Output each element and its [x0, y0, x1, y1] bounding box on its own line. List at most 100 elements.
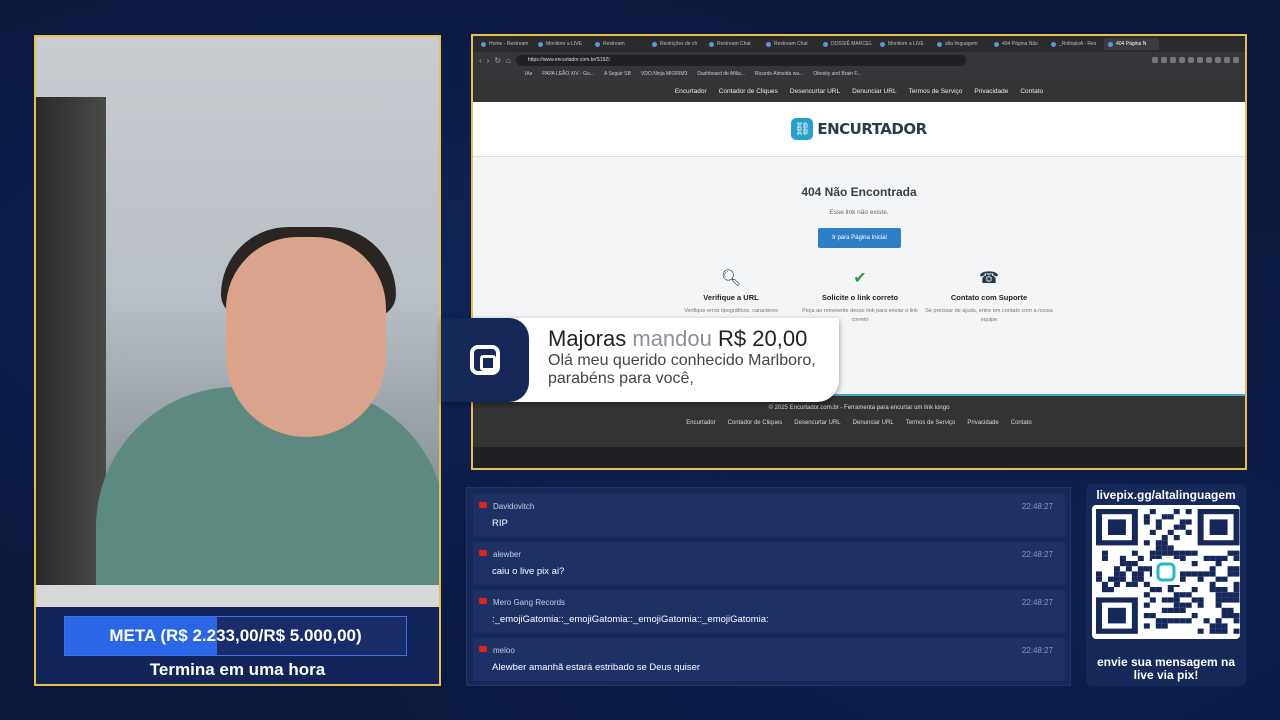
footer-links: Encurtador Contador de Cliques Desencurtar…: [473, 420, 1245, 426]
chat-message: meloo 22:48:27 Alewber amanhã estará estri…: [473, 638, 1065, 681]
goal-progress-bar: META (R$ 2.233,00/R$ 5.000,00): [64, 616, 407, 656]
extension-icon[interactable]: [1161, 57, 1167, 63]
chat-username: meloo: [493, 646, 515, 655]
chat-message: Davidovitch 22:48:27 RIP: [473, 494, 1065, 537]
tab-label: Restream: [603, 41, 625, 47]
chat-panel: Davidovitch 22:48:27 RIP alewber 22:48:27 cai…: [466, 487, 1071, 686]
card-title: Solicite o link correto: [821, 293, 899, 302]
chat-message: Mero Gang Records 22:48:27 :_emojiGatomia:…: [473, 590, 1065, 633]
browser-tab[interactable]: Restream: [591, 38, 646, 50]
nav-link[interactable]: Termos de Serviço: [906, 420, 956, 426]
browser-tab[interactable]: Restream Chat: [762, 38, 817, 50]
chat-username: alewber: [493, 550, 522, 559]
browser-tab[interactable]: _RoltopisA - Res: [1047, 38, 1102, 50]
error-message: Esse link não existe.: [829, 209, 889, 216]
extension-icon[interactable]: [1179, 57, 1185, 63]
streamer-head: [226, 237, 386, 437]
donation-alert: Majoras mandou R$ 20,00 Olá meu querido …: [441, 318, 839, 402]
chat-text: Alewber amanhã estará estribado se Deus …: [492, 662, 701, 673]
bookmark-item[interactable]: Dashboard de Afilia...: [697, 71, 745, 77]
url-bar[interactable]: https://www.encurtador.com.br/S19Zl: [515, 54, 966, 66]
home-page-button[interactable]: Ir para Página Inicial: [818, 228, 901, 248]
nav-link[interactable]: Contador de Cliques: [719, 88, 778, 95]
nav-link[interactable]: Denunciar URL: [853, 420, 894, 426]
tab-label: Restream Chat: [717, 41, 751, 47]
bookmark-item[interactable]: Ricardo Almeida wa...: [755, 71, 803, 77]
bookmark-item[interactable]: A Seguir SB: [604, 71, 631, 77]
favicon-icon: [595, 41, 600, 47]
donor-name: Majoras: [548, 326, 627, 351]
reload-icon[interactable]: ↻: [494, 56, 501, 65]
favicon-icon: [937, 41, 942, 47]
youtube-icon: [479, 598, 487, 604]
browser-tab[interactable]: DOSSIÊ MARCEL: [819, 38, 874, 50]
nav-link[interactable]: Contador de Cliques: [728, 420, 783, 426]
extension-icon[interactable]: [1215, 57, 1221, 63]
nav-link[interactable]: Contato: [1020, 88, 1043, 95]
browser-tab[interactable]: Restrições de ch: [648, 38, 703, 50]
donation-message: Olá meu querido conhecido Marlboro, para…: [548, 352, 816, 387]
nav-link[interactable]: Privacidade: [974, 88, 1008, 95]
extension-icon[interactable]: [1206, 57, 1212, 63]
bookmark-item[interactable]: IAs: [525, 71, 532, 77]
youtube-icon: [479, 646, 487, 652]
nav-link[interactable]: Encurtador: [675, 88, 707, 95]
bookmark-item[interactable]: Obesity and Brain F...: [813, 71, 861, 77]
nav-link[interactable]: Contato: [1011, 420, 1032, 426]
favicon-icon: [652, 41, 657, 47]
back-icon[interactable]: ‹: [479, 56, 482, 65]
link-icon: ⛓: [791, 118, 814, 140]
extension-icon[interactable]: [1197, 57, 1203, 63]
youtube-icon: [479, 550, 487, 556]
magnifier-icon: 🔍︎: [720, 270, 742, 287]
browser-tab[interactable]: Home - Restream: [477, 38, 532, 50]
browser-window: Home - Restream Monitore a LIVE Restream Re…: [471, 34, 1247, 470]
card-support: ☎ Contato com Suporte Se precisar de aju…: [924, 268, 1054, 325]
tab-label: 404 Página Não: [1002, 41, 1038, 47]
tab-label: 404 Página N: [1116, 41, 1147, 47]
qr-code: [1092, 505, 1240, 639]
nav-link[interactable]: Desencurtar URL: [790, 88, 840, 95]
extension-icon[interactable]: [1152, 57, 1158, 63]
nav-link[interactable]: Desencurtar URL: [794, 420, 840, 426]
chat-timestamp: 22:48:27: [1021, 598, 1053, 607]
favicon-icon: [481, 41, 486, 47]
nav-link[interactable]: Encurtador: [686, 420, 715, 426]
bookmark-item[interactable]: PAPA LEÃO XIV - Go...: [542, 71, 594, 77]
nav-link[interactable]: Denunciar URL: [852, 88, 896, 95]
extension-icon[interactable]: [1233, 57, 1239, 63]
browser-tab[interactable]: 404 Página N: [1104, 38, 1159, 50]
youtube-icon: [479, 502, 487, 508]
alert-title: Majoras mandou R$ 20,00: [548, 326, 807, 352]
favicon-icon: [1108, 41, 1113, 47]
home-icon[interactable]: ⌂: [506, 56, 511, 65]
webcam-feed: [34, 35, 441, 607]
nav-link[interactable]: Privacidade: [967, 420, 998, 426]
browser-tab[interactable]: Monitore a LIVE: [876, 38, 931, 50]
tab-label: alta linguagem: [945, 41, 978, 47]
extension-icon[interactable]: [1170, 57, 1176, 63]
extension-icon[interactable]: [1188, 57, 1194, 63]
chat-text: :_emojiGatomia::_emojiGatomia::_emojiGat…: [492, 614, 769, 625]
browser-tab[interactable]: alta linguagem: [933, 38, 988, 50]
card-desc: Se precisar de ajuda, entre em contato c…: [925, 308, 1053, 323]
extension-icon[interactable]: [1224, 57, 1230, 63]
nav-link[interactable]: Termos de Serviço: [909, 88, 963, 95]
card-request-link: ✔ Solicite o link correto Peça ao remete…: [795, 268, 925, 325]
bookmark-item[interactable]: VDO.Ninja MIORIM3: [641, 71, 687, 77]
browser-tab[interactable]: Monitore a LIVE: [534, 38, 589, 50]
bookmarks-bar: IAs PAPA LEÃO XIV - Go... A Seguir SB VDO.N…: [473, 68, 1245, 80]
favicon-icon: [766, 41, 771, 47]
livepix-url: livepix.gg/altalinguagem: [1096, 488, 1236, 502]
site-logo[interactable]: ENCURTADOR: [817, 120, 927, 138]
card-desc: Verifique erros tipográficos, caracteres: [684, 308, 778, 314]
chat-username: Mero Gang Records: [493, 598, 566, 607]
browser-tab[interactable]: Restream Chat: [705, 38, 760, 50]
tab-label: DOSSIÊ MARCEL: [831, 41, 873, 47]
browser-tab[interactable]: 404 Página Não: [990, 38, 1045, 50]
tab-label: Restream Chat: [774, 41, 808, 47]
chat-text: RIP: [492, 518, 508, 529]
site-header: ⛓ ENCURTADOR: [473, 102, 1245, 157]
forward-icon[interactable]: ›: [487, 56, 490, 65]
chat-text: caiu o live pix ai?: [492, 566, 565, 577]
